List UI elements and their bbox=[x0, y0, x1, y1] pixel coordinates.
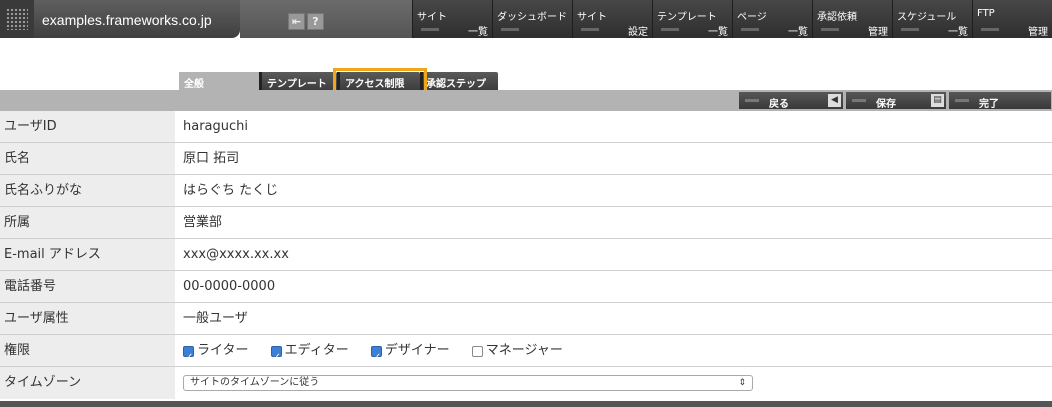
name-kana-label: 氏名ふりがな bbox=[0, 175, 175, 206]
select-arrows-icon: ⇕ bbox=[738, 377, 746, 388]
department-label: 所属 bbox=[0, 207, 175, 238]
form-row-name: 氏名 原口 拓司 bbox=[0, 143, 1052, 175]
nav-page-list[interactable]: ページ 一覧 bbox=[732, 0, 812, 38]
form-row-phone: 電話番号 00-0000-0000 bbox=[0, 271, 1052, 303]
user-attribute-label: ユーザ属性 bbox=[0, 303, 175, 334]
nav-ftp-management[interactable]: FTP 管理 bbox=[972, 0, 1052, 38]
nav-site-list[interactable]: サイト 一覧 bbox=[412, 0, 492, 38]
name-label: 氏名 bbox=[0, 143, 175, 174]
tab-approval-step[interactable]: 承認ステップ bbox=[420, 72, 498, 90]
form-row-user-attribute: ユーザ属性 一般ユーザ bbox=[0, 303, 1052, 335]
name-value: 原口 拓司 bbox=[183, 151, 240, 166]
email-value: xxx@xxxx.xx.xx bbox=[183, 247, 289, 262]
form-row-permissions: 権限 ライター エディター デザイナー マネージャー bbox=[0, 335, 1052, 374]
user-id-label: ユーザID bbox=[0, 111, 175, 142]
nav-approval-management[interactable]: 承認依頼 管理 bbox=[812, 0, 892, 38]
form-row-timezone: タイムゾーン サイトのタイムゾーンに従う ⇕ bbox=[0, 367, 1052, 399]
triangle-left-icon: ◀ bbox=[828, 94, 841, 107]
email-label: E-mail アドレス bbox=[0, 239, 175, 270]
app-logo[interactable] bbox=[0, 0, 34, 38]
form-row-department: 所属 営業部 bbox=[0, 207, 1052, 239]
permission-designer[interactable]: デザイナー bbox=[370, 335, 450, 374]
phone-label: 電話番号 bbox=[0, 271, 175, 302]
name-kana-value: はらぐち たくじ bbox=[183, 183, 279, 198]
back-button[interactable]: 戻る ◀ bbox=[739, 92, 843, 110]
help-icon[interactable]: ? bbox=[307, 13, 324, 30]
tab-bar: 全般 テンプレート アクセス制限 承認ステップ bbox=[0, 72, 1052, 90]
tab-template[interactable]: テンプレート bbox=[259, 72, 337, 90]
save-icon: ▤ bbox=[931, 94, 944, 107]
checkbox-checked-icon[interactable] bbox=[183, 342, 194, 374]
permission-manager[interactable]: マネージャー bbox=[471, 335, 563, 367]
checkbox-checked-icon[interactable] bbox=[370, 342, 382, 374]
department-value: 営業部 bbox=[183, 215, 223, 230]
back-icon[interactable]: ⇤ bbox=[288, 13, 305, 30]
timezone-label: タイムゾーン bbox=[0, 367, 175, 399]
user-id-value: haraguchi bbox=[183, 119, 249, 134]
phone-value: 00-0000-0000 bbox=[183, 279, 276, 294]
nav-template-list[interactable]: テンプレート 一覧 bbox=[652, 0, 732, 38]
site-tab[interactable]: examples.frameworks.co.jp bbox=[34, 0, 240, 38]
main-nav: サイト 一覧 ダッシュボード サイト 設定 テンプレート 一覧 ページ 一覧 承認依頼管… bbox=[412, 0, 1052, 38]
user-attribute-value: 一般ユーザ bbox=[183, 311, 248, 326]
permissions-value: ライター エディター デザイナー マネージャー bbox=[175, 335, 1052, 374]
header-tools: ⇤ ? bbox=[240, 0, 412, 38]
permission-writer[interactable]: ライター bbox=[183, 335, 248, 374]
grid-icon bbox=[6, 8, 28, 30]
save-button[interactable]: 保存 ▤ bbox=[846, 92, 946, 110]
nav-dashboard[interactable]: ダッシュボード bbox=[492, 0, 572, 38]
user-form: ユーザID haraguchi 氏名 原口 拓司 氏名ふりがな はらぐち たくじ… bbox=[0, 111, 1052, 399]
form-row-user-id: ユーザID haraguchi bbox=[0, 111, 1052, 143]
tab-general[interactable]: 全般 bbox=[179, 72, 259, 90]
checkbox-checked-icon[interactable] bbox=[270, 342, 282, 374]
done-button[interactable]: 完了 bbox=[949, 92, 1051, 110]
form-row-name-kana: 氏名ふりがな はらぐち たくじ bbox=[0, 175, 1052, 207]
site-name: examples.frameworks.co.jp bbox=[42, 12, 212, 28]
top-bar: examples.frameworks.co.jp ⇤ ? サイト 一覧 ダッシュ… bbox=[0, 0, 1052, 38]
form-row-email: E-mail アドレス xxx@xxxx.xx.xx bbox=[0, 239, 1052, 271]
checkbox-unchecked-icon[interactable] bbox=[471, 345, 483, 357]
permissions-label: 権限 bbox=[0, 335, 175, 366]
timezone-value: サイトのタイムゾーンに従う ⇕ bbox=[175, 367, 1052, 399]
nav-site-settings[interactable]: サイト 設定 bbox=[572, 0, 652, 38]
action-toolbar: 戻る ◀ 保存 ▤ 完了 bbox=[0, 90, 1052, 111]
permission-editor[interactable]: エディター bbox=[270, 335, 349, 374]
bottom-bar bbox=[0, 401, 1052, 407]
timezone-select[interactable]: サイトのタイムゾーンに従う ⇕ bbox=[183, 374, 753, 391]
nav-schedule-list[interactable]: スケジュール 一覧 bbox=[892, 0, 972, 38]
